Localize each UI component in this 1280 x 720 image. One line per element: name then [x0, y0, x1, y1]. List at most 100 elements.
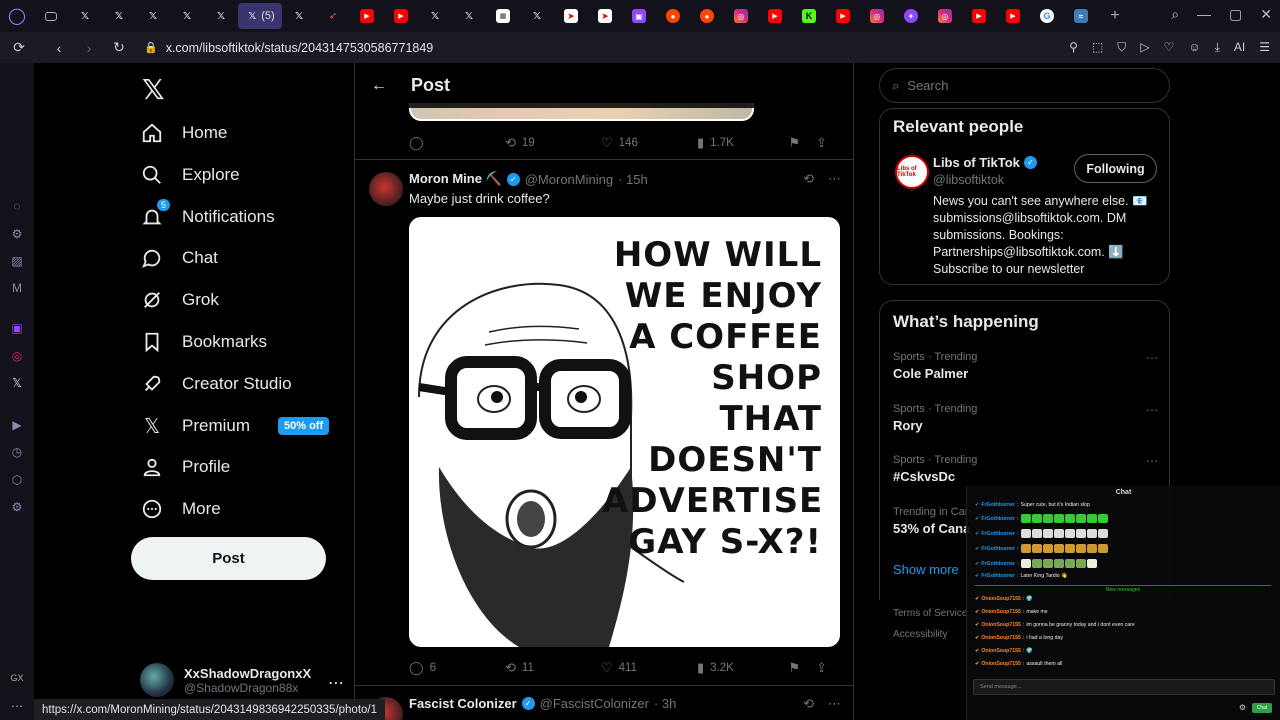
nav-grok[interactable]: Grok	[140, 285, 219, 315]
like-button[interactable]: ♡ 411	[601, 660, 697, 676]
gear-icon[interactable]: ⚙	[1239, 703, 1246, 712]
maximize-icon[interactable]: ▢	[1229, 6, 1242, 23]
tab-instagram-icon[interactable]: ◎	[724, 3, 758, 29]
tab-x-icon[interactable]: 𝕏	[418, 3, 452, 29]
tab-icon[interactable]: ▦	[486, 3, 520, 29]
instagram-icon[interactable]: ◎	[9, 349, 25, 365]
heart-icon[interactable]: ♡	[1164, 40, 1175, 55]
extensions-icon[interactable]: ⬡	[9, 473, 25, 489]
history-icon[interactable]: ◷	[9, 445, 25, 461]
shield-icon[interactable]: ⛉	[1117, 40, 1126, 55]
pin-icon[interactable]: ⚲	[1069, 40, 1078, 55]
tab-x-icon[interactable]: 𝕏	[68, 3, 102, 29]
repost-button[interactable]: ⟲ 11	[505, 660, 601, 676]
tab-x-icon[interactable]: 𝕏	[520, 3, 554, 29]
tab-x-icon[interactable]: 𝕏	[136, 3, 170, 29]
like-button[interactable]: ♡ 146	[601, 135, 697, 151]
share-icon[interactable]: ⇪	[816, 135, 827, 151]
gx-control-icon[interactable]: ⚙	[9, 227, 25, 243]
sync-icon[interactable]: ⟳	[8, 39, 30, 56]
tweet-time[interactable]: · 15h	[618, 172, 648, 187]
tab-icon[interactable]: ➶	[316, 3, 350, 29]
avatar[interactable]	[369, 172, 403, 206]
chat-username[interactable]: OnionSoup7155	[981, 661, 1021, 667]
tab-youtube-icon[interactable]: ▶	[384, 3, 418, 29]
nav-explore[interactable]: Explore	[140, 160, 240, 190]
chat-username[interactable]: OnionSoup7155	[981, 622, 1021, 628]
nav-creator-studio[interactable]: Creator Studio	[140, 369, 292, 399]
nav-chat[interactable]: Chat	[140, 243, 218, 273]
more-dots-icon[interactable]: ⋯	[9, 699, 25, 715]
tab-x-icon[interactable]: 𝕏	[452, 3, 486, 29]
messenger-icon[interactable]: M	[9, 281, 25, 297]
menu-icon[interactable]: ☰	[1259, 40, 1270, 55]
reload-icon[interactable]: ↻	[108, 39, 130, 56]
tweet-author-name[interactable]: Fascist Colonizer	[409, 696, 517, 711]
tab-youtube-icon[interactable]: ▶	[996, 3, 1030, 29]
chat-username[interactable]: FrGothburner	[981, 546, 1015, 552]
new-tab-icon[interactable]: +	[1098, 3, 1132, 29]
close-icon[interactable]: ✕	[1260, 6, 1272, 23]
tab-icon[interactable]: ≈	[1064, 3, 1098, 29]
minimize-icon[interactable]: —	[1197, 6, 1211, 23]
new-messages-divider[interactable]: New messages	[975, 585, 1271, 593]
more-dots-icon[interactable]: ⋯	[328, 673, 344, 693]
url-field[interactable]: 🔒 x.com/libsoftiktok/status/204314753058…	[144, 41, 433, 55]
chat-username[interactable]: OnionSoup7155	[981, 596, 1021, 602]
tweet-author-handle[interactable]: @FascistColonizer	[540, 696, 649, 711]
tab-reddit-icon[interactable]: ●	[690, 3, 724, 29]
download-icon[interactable]: ⤓	[1215, 40, 1220, 55]
opera-logo-icon[interactable]: ◯	[0, 3, 34, 29]
profile-icon[interactable]: ☺	[1188, 40, 1200, 55]
avatar[interactable]: Libs of TikTok	[895, 155, 929, 189]
tab-icon[interactable]: ✦	[894, 3, 928, 29]
back-icon[interactable]: ‹	[48, 40, 70, 56]
chat-username[interactable]: OnionSoup7155	[981, 635, 1021, 641]
forward-icon[interactable]: ›	[78, 40, 100, 56]
chat-username[interactable]: OnionSoup7155	[981, 648, 1021, 654]
footer-accessibility-link[interactable]: Accessibility	[893, 629, 947, 640]
snapshot-icon[interactable]: ⬚	[1092, 40, 1103, 55]
post-button[interactable]: Post	[131, 537, 326, 580]
chat-username[interactable]: FrGothburner	[981, 561, 1015, 567]
tab-youtube-icon[interactable]: ▶	[962, 3, 996, 29]
more-dots-icon[interactable]: ⋯	[828, 171, 841, 187]
bookmark-icon[interactable]: ⚑	[788, 135, 800, 151]
nav-profile[interactable]: Profile	[140, 452, 230, 482]
aria-icon[interactable]: ◌	[9, 199, 25, 215]
search-tabs-icon[interactable]: ⌕	[1171, 6, 1179, 23]
chat-send-button[interactable]: Chat	[1252, 703, 1272, 713]
tab-x-icon[interactable]: 𝕏	[282, 3, 316, 29]
nav-notifications[interactable]: 5 Notifications	[140, 199, 275, 232]
tab-x-icon[interactable]: 𝕏	[204, 3, 238, 29]
grok-icon[interactable]: ⟲	[803, 696, 814, 712]
chat-username[interactable]: FrGothburner	[981, 516, 1015, 522]
tab-icon[interactable]: ➤	[554, 3, 588, 29]
bookmark-icon[interactable]: ⚑	[788, 660, 800, 676]
tweet-time[interactable]: · 3h	[654, 696, 676, 711]
tab-icon[interactable]	[34, 3, 68, 29]
account-switcher[interactable]: XxShadowDragonxX @ShadowDragon88x ⋯	[140, 663, 344, 697]
grok-icon[interactable]: ⟲	[803, 171, 814, 187]
share-icon[interactable]: ⇪	[816, 660, 827, 676]
tab-reddit-icon[interactable]: ●	[656, 3, 690, 29]
back-arrow-icon[interactable]: ←	[371, 77, 387, 95]
trend-item[interactable]: Sports · Trending Cole Palmer ⋯	[893, 351, 1158, 381]
nav-home[interactable]: Home	[140, 118, 227, 148]
tab-instagram-icon[interactable]: ◎	[928, 3, 962, 29]
tab-x-icon[interactable]: 𝕏	[102, 3, 136, 29]
reply-button[interactable]: ◯ 6	[409, 660, 505, 676]
trend-item[interactable]: Sports · Trending #CskvsDc ⋯	[893, 454, 1158, 484]
player-icon[interactable]: ▶	[9, 418, 25, 434]
more-dots-icon[interactable]: ⋯	[1146, 403, 1158, 417]
tab-x-icon[interactable]: 𝕏	[170, 3, 204, 29]
settings-icon[interactable]: ⚙	[9, 500, 25, 516]
footer-terms-link[interactable]: Terms of Service	[893, 608, 967, 619]
tab-kick-icon[interactable]: K	[792, 3, 826, 29]
tweet-image[interactable]: HOW WILL WE ENJOY A COFFEE SHOP THAT DOE…	[409, 217, 840, 647]
tab-youtube-icon[interactable]: ▶	[350, 3, 384, 29]
x-logo-icon[interactable]: 𝕏	[142, 73, 165, 106]
tab-youtube-icon[interactable]: ▶	[758, 3, 792, 29]
views-button[interactable]: ▮ 1.7K	[697, 135, 793, 151]
nav-bookmarks[interactable]: Bookmarks	[140, 327, 267, 357]
